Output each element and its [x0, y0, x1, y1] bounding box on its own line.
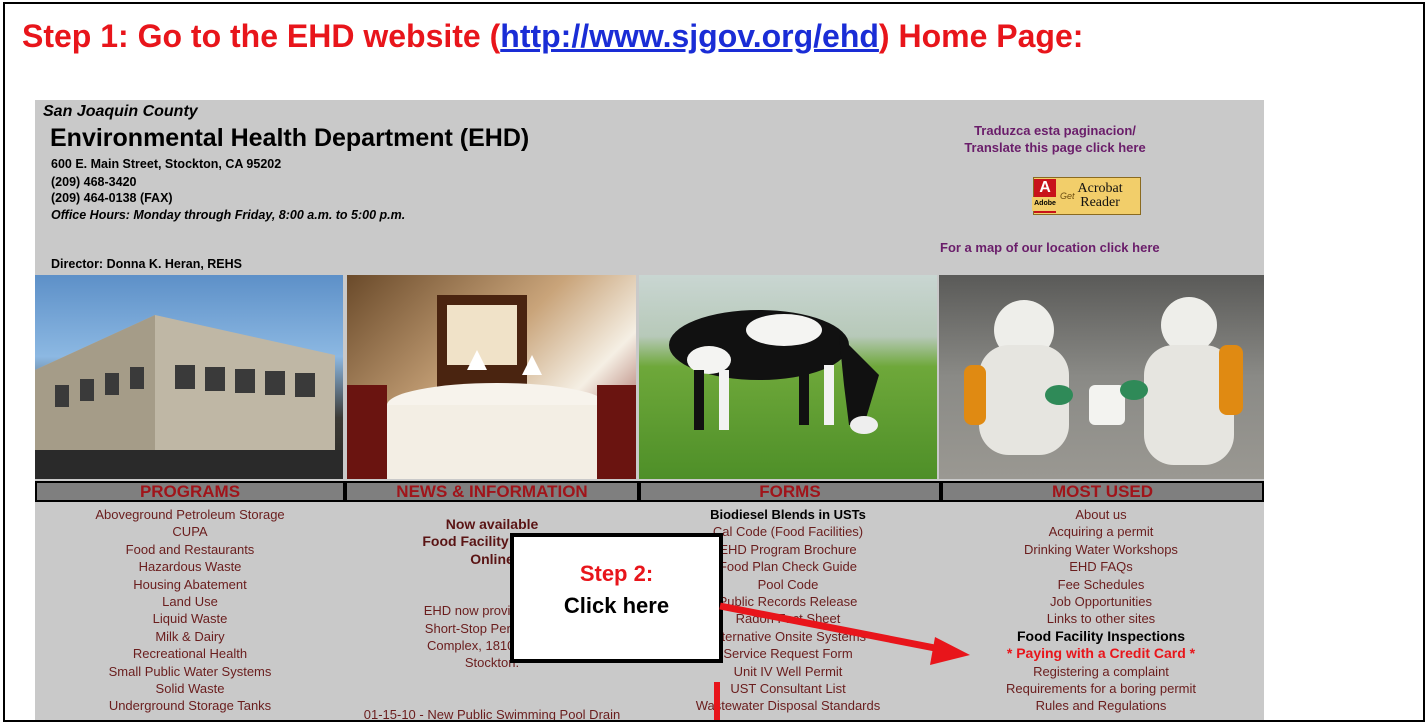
department-title: Environmental Health Department (EHD) [50, 124, 530, 152]
most-used-link[interactable]: About us [940, 506, 1262, 523]
most-used-link[interactable]: Links to other sites [940, 610, 1262, 627]
address: 600 E. Main Street, Stockton, CA 95202 [51, 157, 282, 171]
nav-programs[interactable]: PROGRAMS [35, 481, 345, 502]
nav-most-used[interactable]: MOST USED [941, 481, 1264, 502]
program-link[interactable]: Recreational Health [35, 645, 345, 662]
most-used-link[interactable]: Registering a complaint [940, 663, 1262, 680]
program-link[interactable]: Liquid Waste [35, 610, 345, 627]
food-facility-inspections-link[interactable]: Food Facility Inspections [940, 628, 1262, 645]
program-link[interactable]: Small Public Water Systems [35, 663, 345, 680]
acrobat-reader-label: Acrobat Reader [1077, 181, 1123, 210]
fax: (209) 464-0138 (FAX) [51, 191, 173, 205]
most-used-link[interactable]: Job Opportunities [940, 593, 1262, 610]
hazmat-photo [939, 275, 1264, 479]
form-link[interactable]: Wastewater Disposal Standards [639, 697, 937, 714]
callout-step-label: Step 2: [579, 561, 654, 586]
restaurant-photo [347, 275, 636, 479]
heading-text-before: Step 1: Go to the EHD website ( [22, 18, 501, 54]
nav-news-information[interactable]: NEWS & INFORMATION [345, 481, 639, 502]
most-used-link[interactable]: Fee Schedules [940, 576, 1262, 593]
program-link[interactable]: Housing Abatement [35, 576, 345, 593]
director: Director: Donna K. Heran, REHS [51, 257, 243, 271]
news-item-link[interactable]: 01-15-10 - New Public Swimming Pool Drai… [347, 706, 637, 720]
office-hours: Office Hours: Monday through Friday, 8:0… [51, 208, 406, 222]
program-link[interactable]: Milk & Dairy [35, 628, 345, 645]
translate-line-2: Translate this page click here [964, 140, 1146, 155]
form-link[interactable]: Biodiesel Blends in USTs [639, 506, 937, 523]
program-link[interactable]: Solid Waste [35, 680, 345, 697]
phone: (209) 468-3420 [51, 175, 137, 189]
most-used-link[interactable]: Acquiring a permit [940, 523, 1262, 540]
form-link[interactable]: UST Consultant List [639, 680, 937, 697]
most-used-link[interactable]: Drinking Water Workshops [940, 541, 1262, 558]
form-link[interactable]: Unit IV Well Permit [639, 663, 937, 680]
most-used-link[interactable]: Requirements for a boring permit [940, 680, 1262, 697]
ehd-website-link[interactable]: http://www.sjgov.org/ehd [500, 18, 879, 54]
step2-callout: Step 2: Click here [510, 533, 723, 663]
most-used-link[interactable]: EHD FAQs [940, 558, 1262, 575]
most-used-list: About us Acquiring a permit Drinking Wat… [940, 506, 1262, 715]
slide-frame: Step 1: Go to the EHD website (http://ww… [3, 2, 1425, 722]
adobe-logo-icon: A Adobe [1032, 179, 1058, 213]
building-photo [35, 275, 343, 479]
cow-photo [639, 275, 937, 479]
callout-action-label: Click here [563, 593, 670, 618]
step1-heading: Step 1: Go to the EHD website (http://ww… [22, 18, 1083, 55]
program-link[interactable]: CUPA [35, 523, 345, 540]
paying-with-credit-card-link[interactable]: * Paying with a Credit Card * [940, 645, 1262, 662]
translate-line-1: Traduzca esta paginacion/ [974, 123, 1136, 138]
program-link[interactable]: Land Use [35, 593, 345, 610]
county-name: San Joaquin County [43, 103, 198, 120]
nav-forms[interactable]: FORMS [639, 481, 941, 502]
get-label: Get [1060, 191, 1075, 201]
translate-link[interactable]: Traduzca esta paginacion/ Translate this… [955, 122, 1155, 156]
program-link[interactable]: Food and Restaurants [35, 541, 345, 558]
heading-text-after: ) Home Page: [878, 18, 1084, 54]
programs-list: Aboveground Petroleum Storage CUPA Food … [35, 506, 345, 715]
most-used-link[interactable]: Rules and Regulations [940, 697, 1262, 714]
news-now-available: Now available [445, 516, 539, 532]
get-acrobat-reader-button[interactable]: A Adobe Get Acrobat Reader [1032, 177, 1141, 215]
program-link[interactable]: Hazardous Waste [35, 558, 345, 575]
map-link[interactable]: For a map of our location click here [940, 240, 1160, 255]
program-link[interactable]: Underground Storage Tanks [35, 697, 345, 714]
program-link[interactable]: Aboveground Petroleum Storage [35, 506, 345, 523]
